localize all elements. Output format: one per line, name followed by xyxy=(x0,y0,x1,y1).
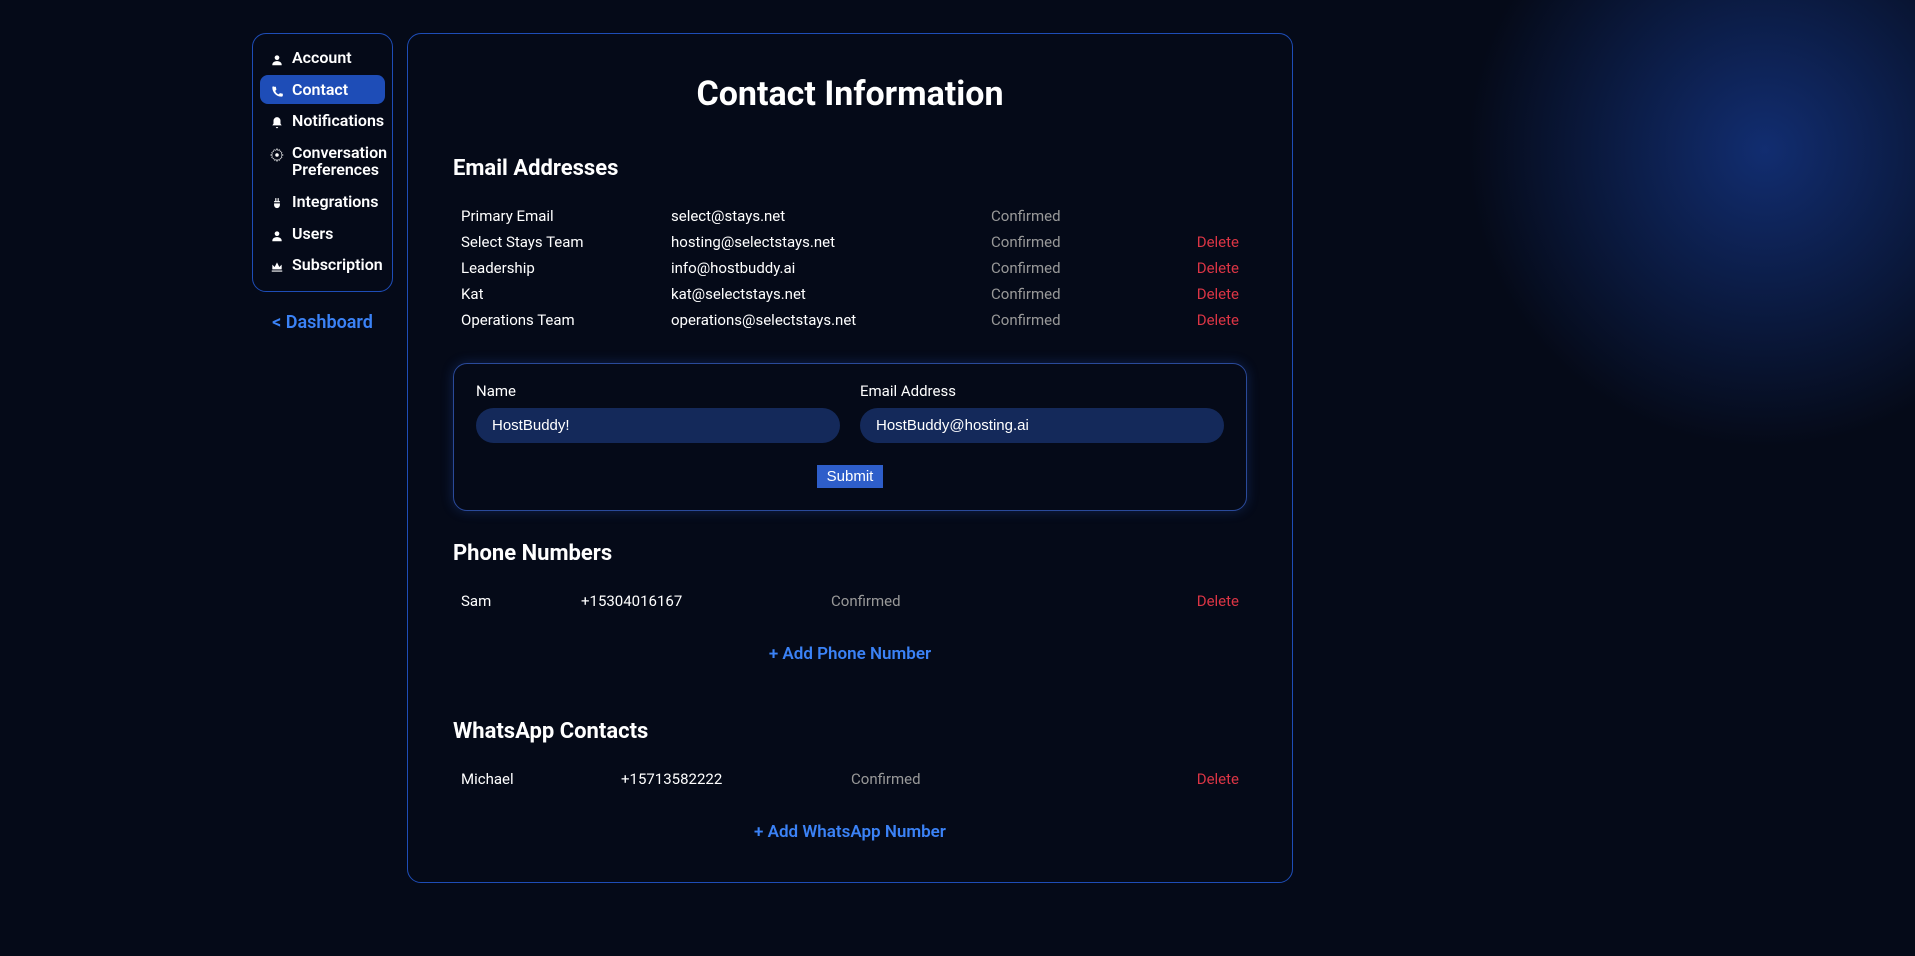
email-status: Confirmed xyxy=(991,233,1151,251)
sidebar-item-integrations[interactable]: Integrations xyxy=(260,187,385,217)
add-email-form: Name Email Address Submit xyxy=(453,363,1247,511)
sidebar-item-contact[interactable]: Contact xyxy=(260,75,385,105)
sidebar-label: Notifications xyxy=(292,112,384,130)
email-row: Operations Team operations@selectstays.n… xyxy=(453,307,1247,333)
phone-status: Confirmed xyxy=(831,592,1111,610)
submit-button[interactable]: Submit xyxy=(817,465,884,488)
name-label: Name xyxy=(476,382,840,400)
emails-section: Email Addresses Primary Email select@sta… xyxy=(453,156,1247,511)
phone-name: Sam xyxy=(461,592,581,610)
email-address: kat@selectstays.net xyxy=(671,285,991,303)
email-status: Confirmed xyxy=(991,259,1151,277)
email-label: Email Address xyxy=(860,382,1224,400)
email-name: Leadership xyxy=(461,259,671,277)
email-address: operations@selectstays.net xyxy=(671,311,991,329)
whatsapp-name: Michael xyxy=(461,770,621,788)
sidebar: Account Contact Notifications Conversati… xyxy=(252,33,393,292)
sidebar-label: Integrations xyxy=(292,193,378,211)
email-name: Kat xyxy=(461,285,671,303)
delete-button[interactable]: Delete xyxy=(1111,770,1239,788)
whatsapp-status: Confirmed xyxy=(851,770,1111,788)
email-status: Confirmed xyxy=(991,207,1151,225)
emails-title: Email Addresses xyxy=(453,156,1247,181)
email-status: Confirmed xyxy=(991,285,1151,303)
phone-icon xyxy=(270,84,284,98)
crown-icon xyxy=(270,259,284,273)
user-icon xyxy=(270,228,284,242)
bell-icon xyxy=(270,115,284,129)
add-whatsapp-link[interactable]: + Add WhatsApp Number xyxy=(453,822,1247,842)
email-table: Primary Email select@stays.net Confirmed… xyxy=(453,203,1247,333)
email-name: Primary Email xyxy=(461,207,671,225)
email-name: Operations Team xyxy=(461,311,671,329)
email-address: hosting@selectstays.net xyxy=(671,233,991,251)
whatsapp-title: WhatsApp Contacts xyxy=(453,719,1247,744)
delete-button[interactable]: Delete xyxy=(1151,259,1239,277)
dashboard-link[interactable]: < Dashboard xyxy=(252,312,393,333)
sidebar-label: Account xyxy=(292,49,352,67)
delete-button[interactable]: Delete xyxy=(1151,285,1239,303)
email-name: Select Stays Team xyxy=(461,233,671,251)
name-input[interactable] xyxy=(476,408,840,443)
main-panel: Contact Information Email Addresses Prim… xyxy=(407,33,1293,883)
user-icon xyxy=(270,52,284,66)
email-input[interactable] xyxy=(860,408,1224,443)
email-row: Leadership info@hostbuddy.ai Confirmed D… xyxy=(453,255,1247,281)
gear-icon xyxy=(270,147,284,161)
phones-title: Phone Numbers xyxy=(453,541,1247,566)
email-address: info@hostbuddy.ai xyxy=(671,259,991,277)
sidebar-label: Contact xyxy=(292,81,348,99)
sidebar-label: Conversation Preferences xyxy=(292,144,387,179)
phones-section: Phone Numbers Sam +15304016167 Confirmed… xyxy=(453,541,1247,664)
delete-button[interactable]: Delete xyxy=(1151,311,1239,329)
delete-button[interactable]: Delete xyxy=(1151,233,1239,251)
delete-button[interactable]: Delete xyxy=(1111,592,1239,610)
email-row: Select Stays Team hosting@selectstays.ne… xyxy=(453,229,1247,255)
phone-number: +15304016167 xyxy=(581,592,831,610)
sidebar-item-conversation-preferences[interactable]: Conversation Preferences xyxy=(260,138,385,185)
email-status: Confirmed xyxy=(991,311,1151,329)
plug-icon xyxy=(270,196,284,210)
sidebar-item-account[interactable]: Account xyxy=(260,43,385,73)
phone-row: Sam +15304016167 Confirmed Delete xyxy=(453,588,1247,614)
whatsapp-row: Michael +15713582222 Confirmed Delete xyxy=(453,766,1247,792)
sidebar-item-users[interactable]: Users xyxy=(260,219,385,249)
email-address: select@stays.net xyxy=(671,207,991,225)
sidebar-label: Subscription xyxy=(292,256,383,274)
email-row: Kat kat@selectstays.net Confirmed Delete xyxy=(453,281,1247,307)
sidebar-item-notifications[interactable]: Notifications xyxy=(260,106,385,136)
whatsapp-section: WhatsApp Contacts Michael +15713582222 C… xyxy=(453,719,1247,842)
sidebar-label: Users xyxy=(292,225,333,243)
add-phone-link[interactable]: + Add Phone Number xyxy=(453,644,1247,664)
sidebar-item-subscription[interactable]: Subscription xyxy=(260,250,385,280)
page-title: Contact Information xyxy=(453,74,1247,114)
whatsapp-number: +15713582222 xyxy=(621,770,851,788)
email-row: Primary Email select@stays.net Confirmed xyxy=(453,203,1247,229)
